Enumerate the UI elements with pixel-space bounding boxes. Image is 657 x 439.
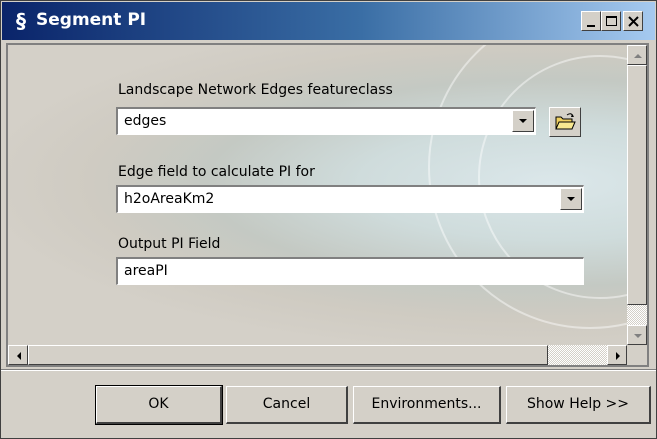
close-button[interactable] bbox=[623, 11, 643, 31]
script-icon: § bbox=[16, 9, 26, 33]
minimize-button[interactable] bbox=[581, 11, 601, 31]
environments-button[interactable]: Environments... bbox=[353, 386, 501, 424]
minimize-icon bbox=[587, 25, 595, 27]
arrow-down-icon bbox=[634, 334, 642, 338]
maximize-icon bbox=[606, 16, 617, 26]
scroll-right-button[interactable] bbox=[607, 345, 627, 365]
cancel-button[interactable]: Cancel bbox=[226, 386, 348, 424]
edges-label: Landscape Network Edges featureclass bbox=[118, 82, 393, 98]
scroll-up-button[interactable] bbox=[627, 45, 647, 65]
window-title: Segment PI bbox=[36, 10, 147, 30]
edge-field-value: h2oAreaKm2 bbox=[124, 191, 215, 207]
chevron-down-icon bbox=[567, 197, 575, 201]
maximize-button[interactable] bbox=[601, 11, 621, 31]
arrow-up-icon bbox=[634, 54, 642, 58]
scrollbar-corner bbox=[627, 345, 647, 365]
parameters-pane: Landscape Network Edges featureclass edg… bbox=[8, 45, 627, 345]
edges-dropdown-button[interactable] bbox=[512, 110, 534, 132]
edge-field-dropdown-button[interactable] bbox=[560, 188, 582, 210]
arrow-left-icon bbox=[17, 352, 21, 360]
output-field-input[interactable]: areaPI bbox=[116, 257, 584, 285]
footer-separator bbox=[1, 369, 656, 371]
arrow-right-icon bbox=[616, 352, 620, 360]
scroll-left-button[interactable] bbox=[8, 345, 28, 365]
vertical-scrollbar[interactable] bbox=[627, 45, 647, 345]
edges-dropdown[interactable]: edges bbox=[116, 107, 536, 135]
output-label: Output PI Field bbox=[118, 236, 221, 252]
edge-field-dropdown[interactable]: h2oAreaKm2 bbox=[116, 185, 584, 213]
vertical-scroll-thumb[interactable] bbox=[627, 65, 647, 305]
browse-button[interactable] bbox=[549, 107, 581, 137]
open-folder-icon bbox=[555, 113, 576, 130]
title-bar[interactable]: § Segment PI bbox=[2, 2, 655, 40]
ok-button[interactable]: OK bbox=[95, 385, 223, 425]
edges-value: edges bbox=[124, 113, 167, 129]
horizontal-scroll-thumb[interactable] bbox=[28, 345, 548, 365]
show-help-button[interactable]: Show Help >> bbox=[506, 386, 651, 424]
output-field-value: areaPI bbox=[124, 263, 168, 279]
chevron-down-icon bbox=[519, 119, 527, 123]
close-icon bbox=[628, 16, 639, 27]
dialog-window: § Segment PI Landscape Network Edges fea… bbox=[0, 0, 657, 439]
scroll-down-button[interactable] bbox=[627, 325, 647, 345]
horizontal-scrollbar[interactable] bbox=[8, 345, 627, 365]
edge-field-label: Edge field to calculate PI for bbox=[118, 164, 315, 180]
